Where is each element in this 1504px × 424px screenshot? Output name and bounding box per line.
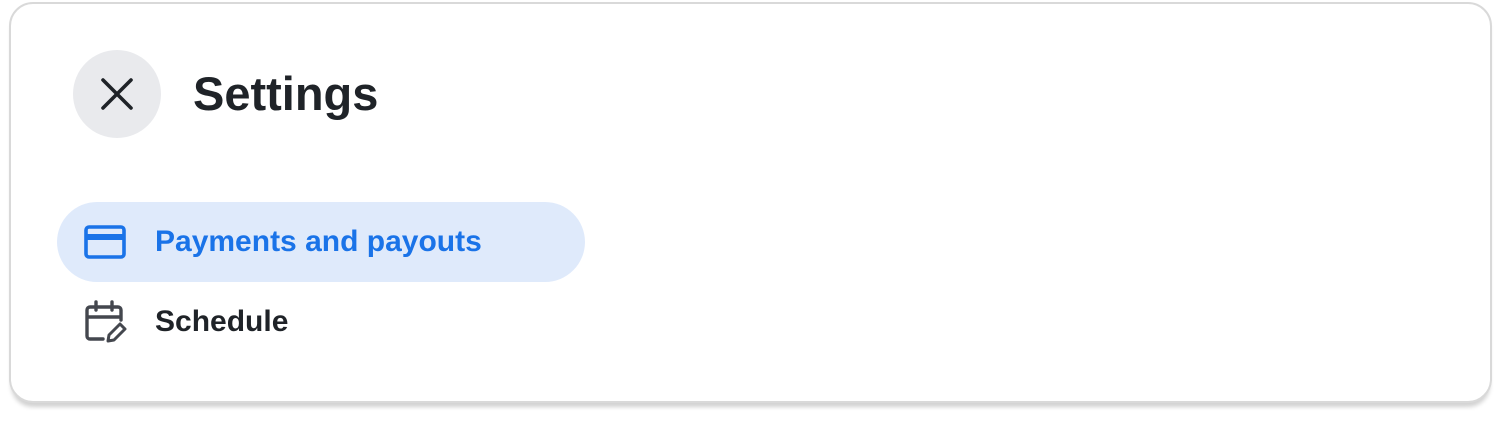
- menu-item-payments-and-payouts[interactable]: Payments and payouts: [57, 202, 585, 282]
- calendar-edit-icon: [83, 300, 127, 344]
- close-icon: [101, 78, 133, 110]
- menu-item-schedule[interactable]: Schedule: [57, 282, 585, 362]
- page-title: Settings: [193, 67, 379, 120]
- close-button[interactable]: [73, 50, 161, 138]
- menu-item-label: Schedule: [155, 305, 289, 338]
- credit-card-icon: [83, 220, 127, 264]
- settings-panel: Settings Payments and payouts Schedule: [9, 2, 1492, 403]
- menu-item-label: Payments and payouts: [155, 225, 482, 258]
